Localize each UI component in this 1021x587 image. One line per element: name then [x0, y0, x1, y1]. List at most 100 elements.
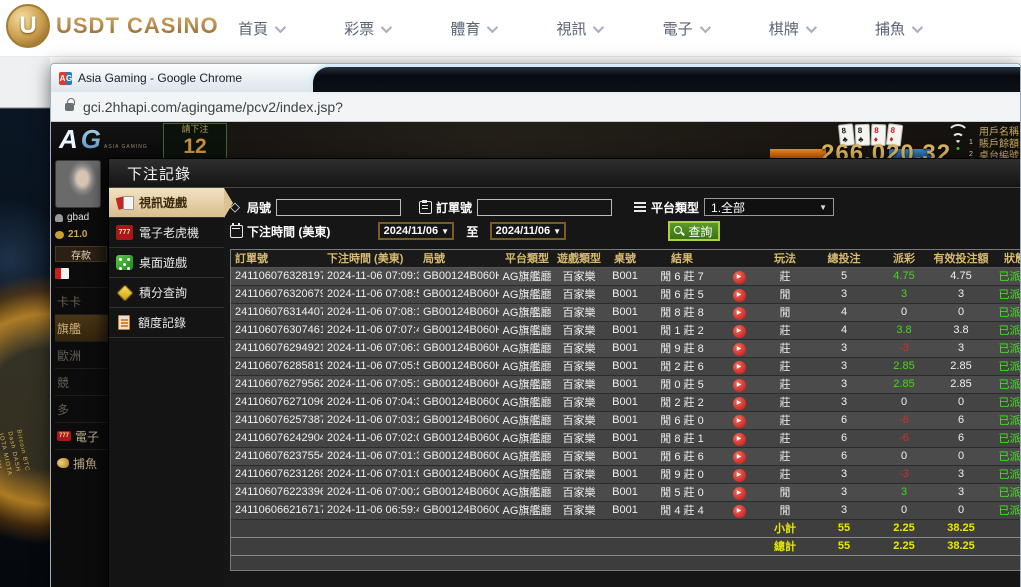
- cell-time: 2024-11-06 07:05:19: [323, 375, 419, 393]
- nav-item-首頁[interactable]: 首頁: [238, 18, 283, 39]
- url-text[interactable]: gci.2hhapi.com/agingame/pcv2/index.jsp?: [83, 99, 343, 115]
- cell-platform: AG旗艦廳: [499, 303, 555, 321]
- cell-order: 241106076314407: [231, 303, 323, 321]
- cell-table: B001: [603, 375, 647, 393]
- deposit-button[interactable]: 存款: [55, 246, 107, 262]
- lobby-menu-item-歐洲[interactable]: 歐洲: [55, 341, 108, 368]
- nav-item-label: 視訊: [556, 18, 586, 39]
- cell-replay: ▶: [717, 267, 761, 285]
- cell-game: 百家樂: [555, 339, 603, 357]
- cell-bet: 莊: [761, 465, 809, 483]
- lobby-menu-item-競[interactable]: 競: [55, 368, 108, 395]
- date-to-picker[interactable]: 2024/11/06 ▼: [490, 222, 566, 240]
- replay-play-icon[interactable]: ▶: [733, 361, 746, 374]
- replay-play-icon[interactable]: ▶: [733, 343, 746, 356]
- replay-play-icon[interactable]: ▶: [733, 469, 746, 482]
- cell-payout: -3: [879, 465, 929, 483]
- bet-record-row: 2411060763281972024-11-06 07:09:30GB0012…: [231, 267, 1020, 285]
- replay-play-icon[interactable]: ▶: [733, 307, 746, 320]
- cell-round: GB00124B060GZ: [419, 393, 499, 411]
- cell-round: GB00124B060GX: [419, 411, 499, 429]
- cell-status: 已派彩: [993, 447, 1020, 465]
- modal-sidebar-item-額度記錄[interactable]: 額度記錄: [109, 308, 224, 338]
- nav-item-label: 電子: [663, 18, 693, 39]
- site-logo[interactable]: U USDT CASINO: [6, 4, 219, 48]
- bet-record-row: 2411060762429042024-11-06 07:02:06GB0012…: [231, 429, 1020, 447]
- replay-play-icon[interactable]: ▶: [733, 451, 746, 464]
- cell-total: 5: [809, 267, 879, 285]
- replay-play-icon[interactable]: ▶: [733, 397, 746, 410]
- bet-timer-value: 12: [164, 135, 226, 158]
- cell-order: 241106076231269: [231, 465, 323, 483]
- table-header-row: 訂單號下注時間 (美東)局號平台類型遊戲類型桌號結果玩法總投注派彩有效投注額狀態: [231, 250, 1020, 267]
- replay-play-icon[interactable]: ▶: [733, 289, 746, 302]
- cell-bet: 莊: [761, 357, 809, 375]
- lobby-menu-item-多[interactable]: 多: [55, 395, 108, 422]
- cell-valid: 2.85: [929, 375, 993, 393]
- cell-payout: 2.85: [879, 357, 929, 375]
- modal-sidebar-item-桌面遊戲[interactable]: 桌面遊戲: [109, 248, 224, 278]
- nav-item-視訊[interactable]: 視訊: [556, 18, 601, 39]
- replay-play-icon[interactable]: ▶: [733, 505, 746, 518]
- platform-type-select[interactable]: 1.全部 ▼: [704, 198, 834, 216]
- replay-play-icon[interactable]: ▶: [733, 415, 746, 428]
- search-button[interactable]: 查詢: [668, 221, 720, 241]
- lobby-menu-item-電子[interactable]: 777電子: [55, 422, 108, 449]
- window-titlebar[interactable]: AG Asia Gaming - Google Chrome: [51, 64, 1020, 92]
- nav-item-捕魚[interactable]: 捕魚: [875, 18, 920, 39]
- replay-play-icon[interactable]: ▶: [733, 271, 746, 284]
- lobby-menu-item-卡卡[interactable]: 卡卡: [55, 287, 108, 314]
- cell-game: 百家樂: [555, 411, 603, 429]
- cell-payout: 2.85: [879, 375, 929, 393]
- usdt-coin-icon: U: [6, 4, 50, 48]
- cell-round: GB00124B060GV: [419, 429, 499, 447]
- modal-sidebar-item-電子老虎機[interactable]: 電子老虎機: [109, 218, 224, 248]
- nav-item-彩票[interactable]: 彩票: [344, 18, 389, 39]
- cell-payout: 3.8: [879, 321, 929, 339]
- replay-play-icon[interactable]: ▶: [733, 433, 746, 446]
- replay-play-icon[interactable]: ▶: [733, 379, 746, 392]
- date-from-picker[interactable]: 2024/11/06 ▼: [378, 222, 454, 240]
- cell-replay: ▶: [717, 357, 761, 375]
- cell-platform: AG旗艦廳: [499, 321, 555, 339]
- nav-item-電子[interactable]: 電子: [663, 18, 708, 39]
- modal-sidebar-item-視訊遊戲[interactable]: 視訊遊戲: [109, 188, 224, 218]
- titlebar-glass-reflection: [313, 67, 1020, 92]
- replay-play-icon[interactable]: ▶: [733, 325, 746, 338]
- chevron-down-icon: [381, 21, 392, 32]
- grand-total-value: 2.25: [879, 537, 929, 555]
- lobby-menu-item-旗艦[interactable]: 旗艦: [55, 314, 108, 341]
- cell-total: 3: [809, 465, 879, 483]
- cell-time: 2024-11-06 07:03:21: [323, 411, 419, 429]
- bet-timer-label: 請下注: [164, 124, 226, 135]
- bet-records-table: 訂單號下注時間 (美東)局號平台類型遊戲類型桌號結果玩法總投注派彩有效投注額狀態…: [231, 250, 1020, 556]
- round-number-input[interactable]: [276, 199, 401, 216]
- chevron-down-icon: [275, 21, 286, 32]
- cell-result: 閒 2 莊 2: [647, 393, 717, 411]
- cell-bet: 閒: [761, 501, 809, 519]
- ag-page-header: A G ASIA GAMING 請下注 12 8 ♣8 ♣8 ♦8 ♦ 266,…: [51, 122, 1020, 160]
- cell-total: 3: [809, 483, 879, 501]
- nav-item-體育[interactable]: 體育: [450, 18, 495, 39]
- ag-game-page: A G ASIA GAMING 請下注 12 8 ♣8 ♣8 ♦8 ♦ 266,…: [51, 122, 1020, 587]
- nav-item-棋牌[interactable]: 棋牌: [769, 18, 814, 39]
- cell-payout: 4.75: [879, 267, 929, 285]
- modal-sidebar-item-積分查詢[interactable]: 積分查詢: [109, 278, 224, 308]
- cell-order: 241106076285819: [231, 357, 323, 375]
- cell-order: 241106076279562: [231, 375, 323, 393]
- order-number-input[interactable]: [477, 199, 612, 216]
- cell-status: 已派彩: [993, 303, 1020, 321]
- column-header: [717, 250, 761, 267]
- cell-payout: -3: [879, 339, 929, 357]
- cell-result: 閒 6 莊 0: [647, 411, 717, 429]
- address-bar[interactable]: gci.2hhapi.com/agingame/pcv2/index.jsp?: [51, 92, 1020, 122]
- cell-bet: 莊: [761, 375, 809, 393]
- cell-table: B001: [603, 321, 647, 339]
- cell-payout: -6: [879, 429, 929, 447]
- ssl-lock-icon[interactable]: [65, 103, 74, 111]
- cell-status: 已派彩: [993, 429, 1020, 447]
- cell-replay: ▶: [717, 429, 761, 447]
- lobby-menu-item-捕魚[interactable]: 捕魚: [55, 449, 108, 476]
- bet-record-row: 2411060762312692024-11-06 07:01:02GB0012…: [231, 465, 1020, 483]
- replay-play-icon[interactable]: ▶: [733, 487, 746, 500]
